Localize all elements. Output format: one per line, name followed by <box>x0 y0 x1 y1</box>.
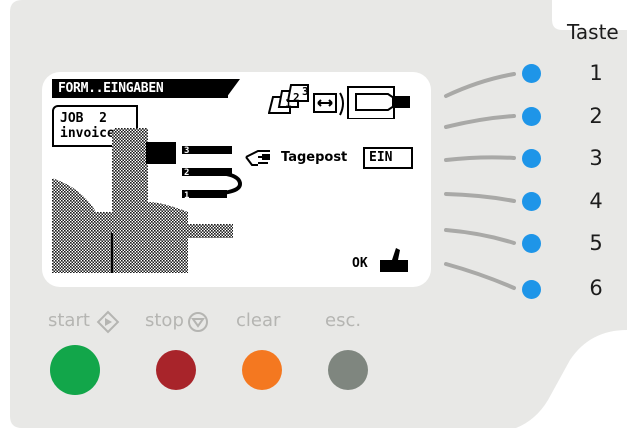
key-2-button[interactable] <box>522 107 541 126</box>
stop-button[interactable] <box>156 350 196 390</box>
taste-header: Taste <box>567 20 619 44</box>
start-label: start <box>48 310 90 331</box>
key-number-2: 2 <box>589 104 603 128</box>
key-4-button[interactable] <box>522 192 541 211</box>
key-number-4: 4 <box>589 189 603 213</box>
key-1-button[interactable] <box>522 64 541 83</box>
start-button[interactable] <box>50 345 100 395</box>
counter-digit-3: 3 <box>302 85 309 98</box>
machine-illustration <box>52 128 243 273</box>
counter-digit-2: 2 <box>293 91 300 104</box>
job-number: JOB 2 <box>60 111 107 126</box>
stop-circle-icon <box>188 312 208 332</box>
counter-digit-1: 1 <box>285 97 292 110</box>
esc-button[interactable] <box>328 350 368 390</box>
key-number-3: 3 <box>589 146 603 170</box>
pointing-hand-icon <box>245 150 270 166</box>
tagepost-value: EIN <box>363 147 413 169</box>
tray-number-2: 2 <box>184 168 190 178</box>
title-tab-edge <box>226 79 240 98</box>
tray-number-3: 3 <box>184 146 190 156</box>
stop-label: stop <box>145 310 184 331</box>
key-number-1: 1 <box>589 61 603 85</box>
start-diamond-icon <box>96 310 120 334</box>
thumbs-up-icon <box>380 248 408 272</box>
key-5-button[interactable] <box>522 234 541 253</box>
key-number-6: 6 <box>589 276 603 300</box>
ok-label: OK <box>352 256 368 271</box>
tray-number-1: 1 <box>184 191 190 201</box>
tagepost-label: Tagepost <box>281 150 348 165</box>
key-3-button[interactable] <box>522 149 541 168</box>
key-6-button[interactable] <box>522 280 541 299</box>
clear-label: clear <box>236 310 281 331</box>
display-title: FORM..EINGABEN <box>52 79 228 98</box>
clear-button[interactable] <box>242 350 282 390</box>
hand-envelope-icon <box>355 93 410 111</box>
key-number-5: 5 <box>589 231 603 255</box>
esc-label: esc. <box>325 310 362 331</box>
